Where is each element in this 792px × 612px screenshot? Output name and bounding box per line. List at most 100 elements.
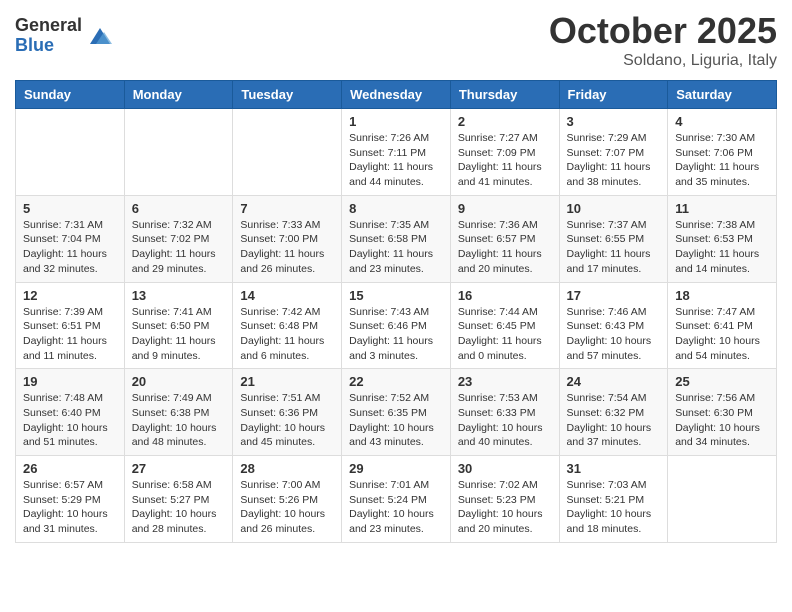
day-number: 25 — [675, 374, 769, 389]
day-number: 23 — [458, 374, 552, 389]
header: General Blue October 2025 Soldano, Ligur… — [15, 10, 777, 70]
logo-text: General Blue — [15, 16, 82, 56]
day-info: Sunrise: 7:37 AMSunset: 6:55 PMDaylight:… — [567, 218, 661, 277]
weekday-header-thursday: Thursday — [450, 81, 559, 109]
day-number: 14 — [240, 288, 334, 303]
day-number: 8 — [349, 201, 443, 216]
day-info: Sunrise: 7:48 AMSunset: 6:40 PMDaylight:… — [23, 391, 117, 450]
day-info: Sunrise: 6:58 AMSunset: 5:27 PMDaylight:… — [132, 478, 226, 537]
weekday-header-tuesday: Tuesday — [233, 81, 342, 109]
day-info: Sunrise: 7:56 AMSunset: 6:30 PMDaylight:… — [675, 391, 769, 450]
calendar-cell: 3 Sunrise: 7:29 AMSunset: 7:07 PMDaylight… — [559, 109, 668, 196]
calendar-cell: 14Sunrise: 7:42 AMSunset: 6:48 PMDayligh… — [233, 282, 342, 369]
day-info: Sunrise: 7:46 AMSunset: 6:43 PMDaylight:… — [567, 305, 661, 364]
day-info: Sunrise: 7:38 AMSunset: 6:53 PMDaylight:… — [675, 218, 769, 277]
day-number: 27 — [132, 461, 226, 476]
subtitle: Soldano, Liguria, Italy — [549, 52, 777, 70]
week-row-4: 19 Sunrise: 7:48 AMSunset: 6:40 PMDayligh… — [16, 369, 777, 456]
day-number: 18 — [675, 288, 769, 303]
weekday-header-monday: Monday — [124, 81, 233, 109]
calendar-cell: 21Sunrise: 7:51 AMSunset: 6:36 PMDayligh… — [233, 369, 342, 456]
logo-blue-text: Blue — [15, 36, 82, 56]
day-number: 29 — [349, 461, 443, 476]
logo-general-text: General — [15, 16, 82, 36]
day-info: Sunrise: 7:39 AMSunset: 6:51 PMDaylight:… — [23, 305, 117, 364]
calendar-cell: 5 Sunrise: 7:31 AMSunset: 7:04 PMDaylight… — [16, 195, 125, 282]
calendar-cell: 26 Sunrise: 6:57 AMSunset: 5:29 PMDayligh… — [16, 456, 125, 543]
week-row-3: 12Sunrise: 7:39 AMSunset: 6:51 PMDayligh… — [16, 282, 777, 369]
calendar-cell: 28 Sunrise: 7:00 AMSunset: 5:26 PMDayligh… — [233, 456, 342, 543]
calendar-cell — [16, 109, 125, 196]
day-info: Sunrise: 7:00 AMSunset: 5:26 PMDaylight:… — [240, 478, 334, 537]
day-info: Sunrise: 7:30 AMSunset: 7:06 PMDaylight:… — [675, 131, 769, 190]
title-block: October 2025 Soldano, Liguria, Italy — [549, 10, 777, 70]
calendar-cell: 15 Sunrise: 7:43 AMSunset: 6:46 PMDayligh… — [342, 282, 451, 369]
calendar-cell: 18Sunrise: 7:47 AMSunset: 6:41 PMDayligh… — [668, 282, 777, 369]
day-info: Sunrise: 7:53 AMSunset: 6:33 PMDaylight:… — [458, 391, 552, 450]
day-number: 2 — [458, 114, 552, 129]
day-number: 17 — [567, 288, 661, 303]
calendar-cell: 8 Sunrise: 7:35 AMSunset: 6:58 PMDaylight… — [342, 195, 451, 282]
day-number: 24 — [567, 374, 661, 389]
weekday-header-saturday: Saturday — [668, 81, 777, 109]
day-number: 9 — [458, 201, 552, 216]
day-number: 20 — [132, 374, 226, 389]
calendar-cell: 17 Sunrise: 7:46 AMSunset: 6:43 PMDayligh… — [559, 282, 668, 369]
day-info: Sunrise: 7:31 AMSunset: 7:04 PMDaylight:… — [23, 218, 117, 277]
calendar-table: SundayMondayTuesdayWednesdayThursdayFrid… — [15, 80, 777, 543]
calendar-cell: 2 Sunrise: 7:27 AMSunset: 7:09 PMDaylight… — [450, 109, 559, 196]
day-info: Sunrise: 6:57 AMSunset: 5:29 PMDaylight:… — [23, 478, 117, 537]
weekday-header-wednesday: Wednesday — [342, 81, 451, 109]
calendar-cell: 9Sunrise: 7:36 AMSunset: 6:57 PMDaylight… — [450, 195, 559, 282]
week-row-2: 5 Sunrise: 7:31 AMSunset: 7:04 PMDaylight… — [16, 195, 777, 282]
calendar-cell: 27 Sunrise: 6:58 AMSunset: 5:27 PMDayligh… — [124, 456, 233, 543]
day-number: 11 — [675, 201, 769, 216]
day-number: 31 — [567, 461, 661, 476]
calendar-cell: 22Sunrise: 7:52 AMSunset: 6:35 PMDayligh… — [342, 369, 451, 456]
day-info: Sunrise: 7:33 AMSunset: 7:00 PMDaylight:… — [240, 218, 334, 277]
day-info: Sunrise: 7:02 AMSunset: 5:23 PMDaylight:… — [458, 478, 552, 537]
day-number: 10 — [567, 201, 661, 216]
calendar-header: SundayMondayTuesdayWednesdayThursdayFrid… — [16, 81, 777, 109]
day-info: Sunrise: 7:27 AMSunset: 7:09 PMDaylight:… — [458, 131, 552, 190]
day-number: 7 — [240, 201, 334, 216]
day-info: Sunrise: 7:01 AMSunset: 5:24 PMDaylight:… — [349, 478, 443, 537]
calendar-cell: 19 Sunrise: 7:48 AMSunset: 6:40 PMDayligh… — [16, 369, 125, 456]
calendar-body: 1Sunrise: 7:26 AMSunset: 7:11 PMDaylight… — [16, 109, 777, 543]
day-number: 6 — [132, 201, 226, 216]
day-info: Sunrise: 7:41 AMSunset: 6:50 PMDaylight:… — [132, 305, 226, 364]
day-number: 28 — [240, 461, 334, 476]
week-row-5: 26 Sunrise: 6:57 AMSunset: 5:29 PMDayligh… — [16, 456, 777, 543]
calendar-cell: 10 Sunrise: 7:37 AMSunset: 6:55 PMDayligh… — [559, 195, 668, 282]
calendar-cell: 20Sunrise: 7:49 AMSunset: 6:38 PMDayligh… — [124, 369, 233, 456]
day-info: Sunrise: 7:43 AMSunset: 6:46 PMDaylight:… — [349, 305, 443, 364]
day-number: 15 — [349, 288, 443, 303]
week-row-1: 1Sunrise: 7:26 AMSunset: 7:11 PMDaylight… — [16, 109, 777, 196]
day-number: 5 — [23, 201, 117, 216]
weekday-row: SundayMondayTuesdayWednesdayThursdayFrid… — [16, 81, 777, 109]
calendar-cell: 11 Sunrise: 7:38 AMSunset: 6:53 PMDayligh… — [668, 195, 777, 282]
calendar-cell: 24Sunrise: 7:54 AMSunset: 6:32 PMDayligh… — [559, 369, 668, 456]
weekday-header-friday: Friday — [559, 81, 668, 109]
calendar-cell: 30Sunrise: 7:02 AMSunset: 5:23 PMDayligh… — [450, 456, 559, 543]
day-number: 19 — [23, 374, 117, 389]
page: General Blue October 2025 Soldano, Ligur… — [0, 0, 792, 612]
calendar-cell: 31Sunrise: 7:03 AMSunset: 5:21 PMDayligh… — [559, 456, 668, 543]
day-info: Sunrise: 7:29 AMSunset: 7:07 PMDaylight:… — [567, 131, 661, 190]
day-number: 26 — [23, 461, 117, 476]
day-info: Sunrise: 7:26 AMSunset: 7:11 PMDaylight:… — [349, 131, 443, 190]
calendar-cell: 16Sunrise: 7:44 AMSunset: 6:45 PMDayligh… — [450, 282, 559, 369]
day-info: Sunrise: 7:35 AMSunset: 6:58 PMDaylight:… — [349, 218, 443, 277]
calendar-cell: 12Sunrise: 7:39 AMSunset: 6:51 PMDayligh… — [16, 282, 125, 369]
day-info: Sunrise: 7:32 AMSunset: 7:02 PMDaylight:… — [132, 218, 226, 277]
calendar-cell: 7 Sunrise: 7:33 AMSunset: 7:00 PMDaylight… — [233, 195, 342, 282]
calendar-cell: 4 Sunrise: 7:30 AMSunset: 7:06 PMDaylight… — [668, 109, 777, 196]
day-number: 16 — [458, 288, 552, 303]
day-number: 3 — [567, 114, 661, 129]
calendar-cell: 6 Sunrise: 7:32 AMSunset: 7:02 PMDaylight… — [124, 195, 233, 282]
day-number: 21 — [240, 374, 334, 389]
day-number: 13 — [132, 288, 226, 303]
calendar-cell — [124, 109, 233, 196]
day-number: 4 — [675, 114, 769, 129]
day-info: Sunrise: 7:52 AMSunset: 6:35 PMDaylight:… — [349, 391, 443, 450]
